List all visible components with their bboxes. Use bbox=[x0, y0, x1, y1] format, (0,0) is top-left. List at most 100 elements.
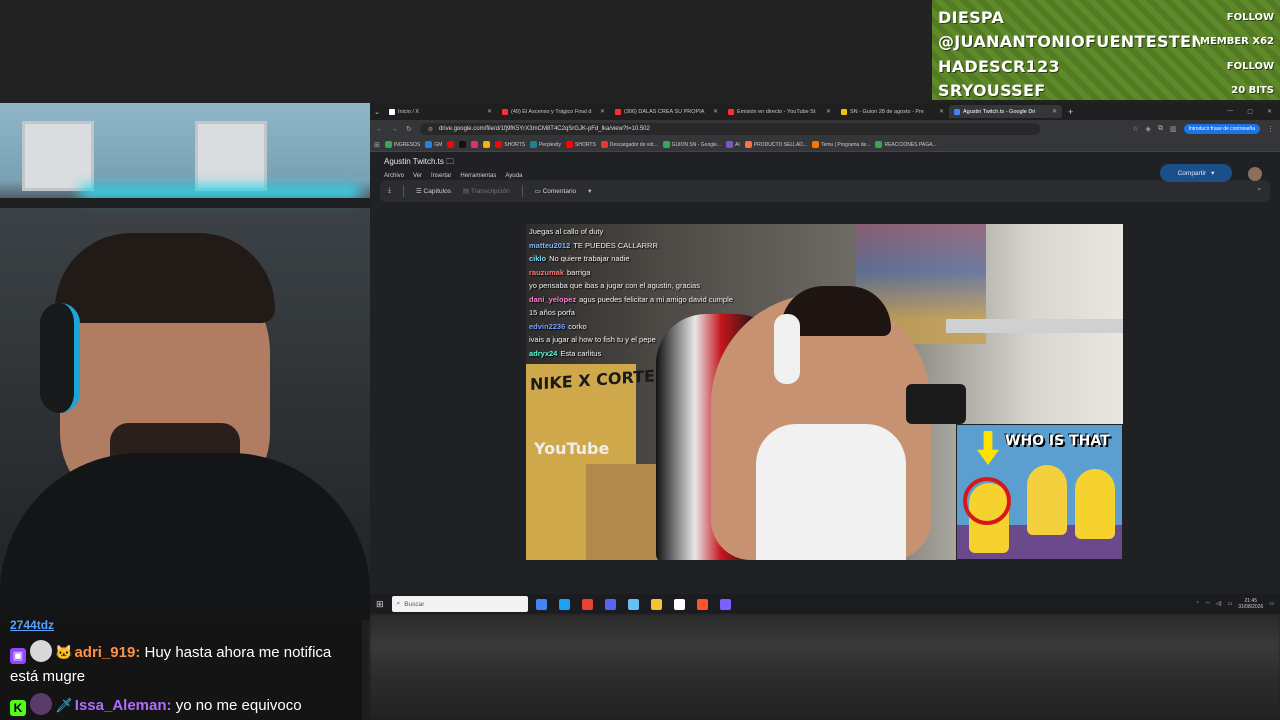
taskbar-app-icon[interactable] bbox=[604, 598, 616, 610]
tab-label: Inicio / X bbox=[398, 108, 420, 115]
tab-close-icon[interactable]: ✕ bbox=[487, 108, 492, 115]
browser-tab-active[interactable]: Agustin Twitch.ts - Google Dri ✕ bbox=[949, 105, 1062, 118]
taskbar-app-icon[interactable] bbox=[627, 598, 639, 610]
bookmark-item[interactable]: GM bbox=[425, 141, 442, 148]
browser-tab[interactable]: (49) El Ascenso y Trágico Final d ✕ bbox=[497, 105, 610, 118]
battery-icon[interactable]: ▭ bbox=[1228, 601, 1233, 607]
menu-insertar[interactable]: Insertar bbox=[431, 173, 451, 179]
close-window-icon[interactable]: ✕ bbox=[1267, 108, 1272, 115]
document-title[interactable]: Agustin Twitch.ts 🗀 bbox=[384, 156, 1266, 170]
taskbar-app-icon[interactable] bbox=[581, 598, 593, 610]
menu-archivo[interactable]: Archivo bbox=[384, 173, 404, 179]
x-favicon-icon bbox=[389, 108, 395, 115]
taskbar-app-icon[interactable] bbox=[558, 598, 570, 610]
comment-label: Comentario bbox=[542, 188, 577, 195]
wifi-icon[interactable]: ◠ bbox=[1206, 601, 1210, 607]
tab-close-icon[interactable]: ✕ bbox=[1052, 108, 1057, 115]
taskbar-app-icon[interactable] bbox=[696, 598, 708, 610]
drive-favicon-icon bbox=[954, 108, 960, 115]
chevron-down-icon[interactable]: ▾ bbox=[588, 187, 591, 195]
menu-ayuda[interactable]: Ayuda bbox=[505, 173, 522, 179]
extensions-puzzle-icon[interactable]: ⧉ bbox=[1158, 125, 1163, 133]
browser-tab[interactable]: (306) DALAS CREA SU PROPIA ✕ bbox=[610, 105, 723, 118]
windows-taskbar: ⊞ ⌕ Buscar ⌃ ◠ ◁) ▭ 21:45 31/08/2026 ▭ bbox=[370, 594, 1280, 614]
bookmark-item[interactable]: INGRESOS bbox=[384, 141, 420, 148]
taskbar-app-icon[interactable] bbox=[673, 598, 685, 610]
video-player[interactable]: NIKE X CORTEIZ YouTube Juegas al callo o… bbox=[526, 224, 1123, 560]
bookmark-item[interactable]: AI bbox=[726, 141, 740, 148]
bookmark-item[interactable]: Temu | Programa de... bbox=[812, 141, 870, 148]
taskbar-apps bbox=[535, 598, 731, 610]
maximize-icon[interactable]: ▢ bbox=[1247, 108, 1253, 115]
chapters-button[interactable]: ☰ Capítulos bbox=[416, 187, 451, 195]
share-button[interactable]: Compartir ▾ bbox=[1160, 164, 1232, 182]
bookmark-item[interactable] bbox=[471, 141, 479, 148]
bookmark-item[interactable]: Descargador de víd... bbox=[600, 141, 658, 148]
forward-icon[interactable]: → bbox=[391, 126, 398, 133]
menu-ver[interactable]: Ver bbox=[413, 173, 422, 179]
taskbar-app-icon[interactable] bbox=[650, 598, 662, 610]
chat-username[interactable]: adri_919 bbox=[74, 644, 135, 661]
bookmark-icon bbox=[425, 141, 433, 148]
bookmark-item[interactable]: SHORTS bbox=[566, 141, 596, 148]
tab-close-icon[interactable]: ✕ bbox=[713, 108, 718, 115]
taskbar-search[interactable]: ⌕ Buscar bbox=[391, 596, 528, 612]
download-icon[interactable]: ⤓ bbox=[388, 187, 391, 195]
tab-close-icon[interactable]: ✕ bbox=[939, 108, 944, 115]
tab-close-icon[interactable]: ✕ bbox=[600, 108, 605, 115]
back-icon[interactable]: ← bbox=[376, 126, 383, 133]
tab-search-icon[interactable]: ⌄ bbox=[370, 108, 384, 116]
taskbar-clock[interactable]: 21:45 31/08/2026 bbox=[1238, 598, 1263, 610]
tab-label: Agustin Twitch.ts - Google Dri bbox=[963, 108, 1036, 115]
sidebar-icon[interactable]: ▥ bbox=[1170, 125, 1177, 133]
windows-start-icon[interactable]: ⊞ bbox=[376, 599, 384, 610]
bookmark-item[interactable] bbox=[447, 141, 455, 148]
apps-grid-icon[interactable]: ⊞ bbox=[374, 141, 380, 149]
bookmark-star-icon[interactable]: ☆ bbox=[1132, 125, 1138, 133]
bookmark-item[interactable]: SHORTS bbox=[495, 141, 525, 148]
browser-tab[interactable]: Emisión en directo - YouTube St ✕ bbox=[723, 105, 836, 118]
volume-icon[interactable]: ◁) bbox=[1216, 601, 1222, 607]
bookmark-item[interactable]: PRODUCTO SELLAD... bbox=[744, 141, 807, 148]
new-tab-icon[interactable]: + bbox=[1062, 107, 1079, 117]
minimize-icon[interactable]: — bbox=[1227, 108, 1233, 115]
menu-herramientas[interactable]: Herramientas bbox=[460, 173, 496, 179]
tab-close-icon[interactable]: ✕ bbox=[826, 108, 831, 115]
chevron-up-icon[interactable]: ⌃ bbox=[1257, 187, 1262, 195]
folder-icon[interactable]: 🗀 bbox=[446, 157, 454, 166]
overlay-chat-line: matteu2012 TE PUEDES CALLARRR bbox=[529, 239, 783, 253]
bookmark-item[interactable]: Perplexity bbox=[530, 141, 561, 148]
url-field[interactable]: ⊜ drive.google.com/file/d/1fj9fK5YrX3mCM… bbox=[419, 123, 1040, 135]
bookmark-item[interactable] bbox=[483, 141, 491, 148]
menu-kebab-icon[interactable]: ⋮ bbox=[1267, 125, 1274, 133]
shelf bbox=[0, 198, 370, 208]
taskbar-app-icon[interactable] bbox=[535, 598, 547, 610]
browser-tab[interactable]: Inicio / X ✕ bbox=[384, 105, 497, 118]
bookmark-label: Temu | Programa de... bbox=[821, 141, 871, 148]
comment-button[interactable]: ▭ Comentario bbox=[535, 187, 577, 195]
reload-icon[interactable]: ↻ bbox=[406, 125, 412, 133]
chevron-up-icon[interactable]: ⌃ bbox=[1195, 601, 1199, 607]
transcript-button[interactable]: ▤ Transcripción bbox=[463, 187, 510, 195]
chat-username[interactable]: Issa_Aleman bbox=[75, 697, 167, 714]
browser-tab[interactable]: SN - Guion 28 de agosto - Pre ✕ bbox=[836, 105, 949, 118]
tank-top bbox=[756, 424, 906, 560]
bookmark-icon bbox=[744, 141, 752, 148]
arrow-down-icon bbox=[977, 431, 999, 465]
extension-icon[interactable]: ◈ bbox=[1146, 125, 1151, 133]
youtube-box-logo: YouTube bbox=[534, 439, 610, 458]
bookmark-item[interactable]: REACCIONES PAGA... bbox=[875, 141, 937, 148]
chat-previous-line: 2744tdz bbox=[10, 620, 55, 632]
password-prompt-button[interactable]: Introducir frase de contraseña bbox=[1183, 124, 1260, 134]
bookmark-label: AI bbox=[735, 141, 740, 148]
bookmark-item[interactable] bbox=[459, 141, 467, 148]
account-avatar[interactable] bbox=[1248, 167, 1262, 181]
bookmark-item[interactable]: GUION SN - Google... bbox=[662, 141, 721, 148]
site-info-icon[interactable]: ⊜ bbox=[428, 126, 433, 133]
bookmark-icon bbox=[566, 141, 574, 148]
alerts-panel: DIESPA FOLLOW @JUANANTONIOFUENTESTENA4..… bbox=[932, 0, 1280, 100]
notification-icon[interactable]: ▭ bbox=[1269, 601, 1274, 607]
youtube-favicon-icon bbox=[615, 108, 621, 115]
taskbar-app-icon[interactable] bbox=[719, 598, 731, 610]
chevron-down-icon[interactable]: ▾ bbox=[1211, 169, 1214, 177]
